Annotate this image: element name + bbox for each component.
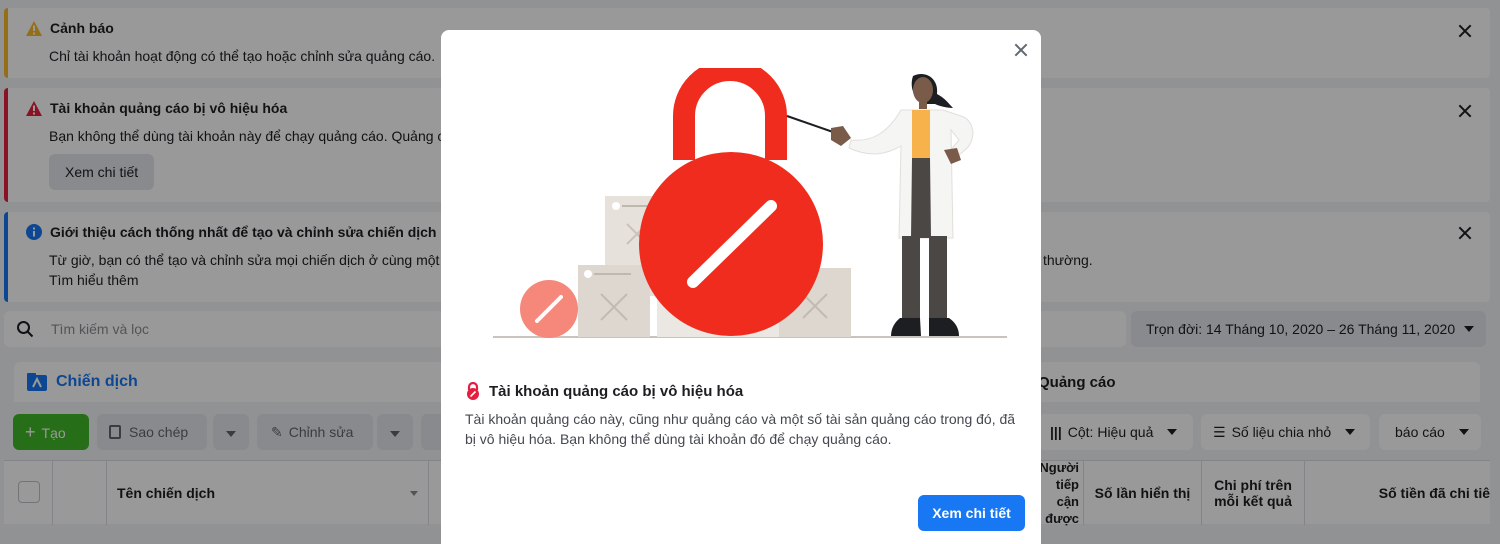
dialog-body: Tài khoản quảng cáo này, cũng như quảng … <box>465 411 1016 447</box>
locked-account-illustration <box>493 68 1007 338</box>
lock-icon <box>467 382 479 400</box>
dialog-title: Tài khoản quảng cáo bị vô hiệu hóa <box>489 382 744 400</box>
close-icon[interactable] <box>1013 42 1029 58</box>
disabled-account-dialog: Tài khoản quảng cáo bị vô hiệu hóa Tài k… <box>441 30 1041 544</box>
dialog-title-row: Tài khoản quảng cáo bị vô hiệu hóa <box>465 382 743 400</box>
view-details-button[interactable]: Xem chi tiết <box>918 495 1025 531</box>
